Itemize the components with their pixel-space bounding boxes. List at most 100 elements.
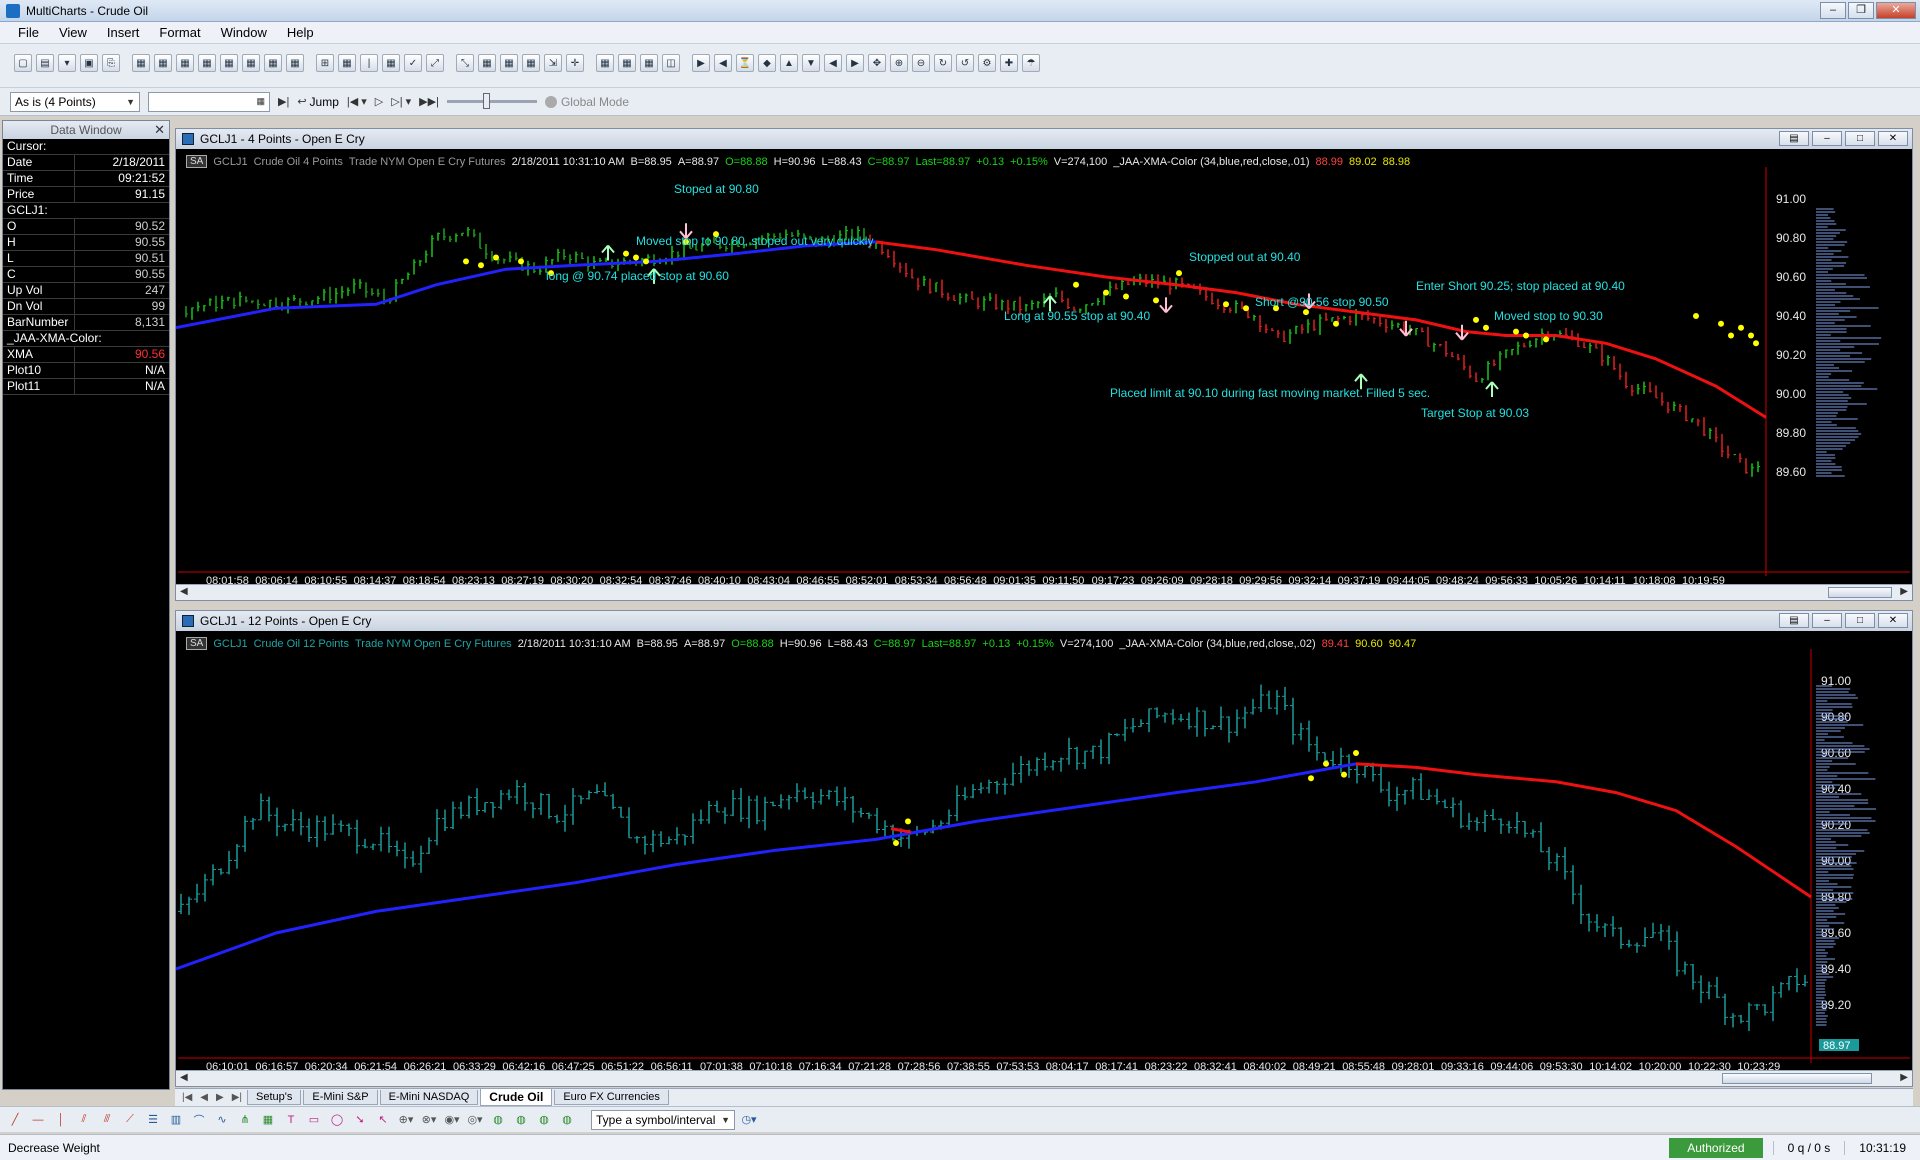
grid-icon[interactable]: ▦ [259, 1112, 277, 1128]
toolbar-tool-30-icon[interactable]: ◀ [714, 54, 732, 72]
chart2-scroll-thumb[interactable] [1722, 1073, 1872, 1084]
chart2-hscroll[interactable]: ◀ ▶ [176, 1070, 1912, 1086]
global-mode-toggle[interactable]: Global Mode [544, 95, 629, 109]
toolbar-tool-36-icon[interactable]: ▶ [846, 54, 864, 72]
fibonacci-icon[interactable]: ⫽ [75, 1112, 93, 1128]
toolbar-tool-23-icon[interactable]: ⇲ [544, 54, 562, 72]
ellipse-icon[interactable]: ◯ [328, 1112, 346, 1128]
restore-button[interactable]: ❐ [1848, 2, 1874, 19]
chart-minimize-button[interactable]: – [1812, 131, 1842, 146]
pointer-icon[interactable]: ↖ [374, 1112, 392, 1128]
speed-slider[interactable] [446, 93, 537, 109]
menu-format[interactable]: Format [151, 23, 208, 42]
dropdown-icon[interactable]: ▾ [58, 54, 76, 72]
chart-close-button[interactable]: ✕ [1878, 131, 1908, 146]
toolbar-tool-22-icon[interactable]: ▦ [522, 54, 540, 72]
menu-window[interactable]: Window [213, 23, 275, 42]
menu-help[interactable]: Help [279, 23, 322, 42]
toolbar-tool-26-icon[interactable]: ▦ [618, 54, 636, 72]
minimize-button[interactable]: – [1820, 2, 1846, 19]
toolbar-tool-40-icon[interactable]: ↻ [934, 54, 952, 72]
toolbar-tool-33-icon[interactable]: ▲ [780, 54, 798, 72]
sa-badge[interactable]: SA [186, 637, 208, 650]
scroll-left-icon[interactable]: ◀ [180, 586, 188, 597]
toolbar-tool-29-icon[interactable]: ▶ [692, 54, 710, 72]
toolbar-tool-28-icon[interactable]: ◫ [662, 54, 680, 72]
chart-plot-12pt[interactable]: 91.0090.8090.6090.4090.2090.0089.8089.60… [176, 631, 1912, 1071]
close-icon[interactable]: ✕ [154, 122, 165, 138]
tab-crude-oil[interactable]: Crude Oil [480, 1089, 553, 1106]
trendline-icon[interactable]: ╱ [6, 1112, 24, 1128]
toolbar-tool-13-icon[interactable]: ⊞ [316, 54, 334, 72]
chart-minimize-button[interactable]: – [1812, 613, 1842, 628]
tab-emini-sp[interactable]: E-Mini S&P [303, 1090, 378, 1105]
toolbar-tool-6-icon[interactable]: ▦ [154, 54, 172, 72]
order-icon[interactable]: ◍ [512, 1112, 530, 1128]
dom-icon[interactable]: ◍ [489, 1112, 507, 1128]
toolbar-tool-39-icon[interactable]: ⊖ [912, 54, 930, 72]
toolbar-tool-34-icon[interactable]: ▼ [802, 54, 820, 72]
cycles-icon[interactable]: ∿ [213, 1112, 231, 1128]
levels-icon[interactable]: ☰ [144, 1112, 162, 1128]
strategy-icon[interactable]: ◍ [558, 1112, 576, 1128]
pitchfork-icon[interactable]: ⋔ [236, 1112, 254, 1128]
scroll-right-icon[interactable]: ▶ [1900, 586, 1908, 597]
toolbar-tool-19-icon[interactable]: ⤡ [456, 54, 474, 72]
new-icon[interactable]: ▢ [14, 54, 32, 72]
jump-button[interactable]: ↩ Jump [297, 95, 339, 109]
text-icon[interactable]: T [282, 1112, 300, 1128]
chart1-scroll-thumb[interactable] [1828, 587, 1892, 598]
to-end-icon[interactable]: ▶▶| [419, 95, 439, 108]
menu-view[interactable]: View [51, 23, 95, 42]
copy-icon[interactable]: ⎘ [102, 54, 120, 72]
close-button[interactable]: ✕ [1876, 2, 1916, 19]
toolbar-tool-43-icon[interactable]: ✚ [1000, 54, 1018, 72]
symbol-interval-combo[interactable]: Type a symbol/interval ▼ [591, 1109, 735, 1130]
toolbar-tool-37-icon[interactable]: ✥ [868, 54, 886, 72]
toolbar-tool-14-icon[interactable]: ▦ [338, 54, 356, 72]
toolbar-tool-41-icon[interactable]: ↺ [956, 54, 974, 72]
toolbar-tool-18-icon[interactable]: ⤢ [426, 54, 444, 72]
toolbar-tool-42-icon[interactable]: ⚙ [978, 54, 996, 72]
toolbar-tool-25-icon[interactable]: ▦ [596, 54, 614, 72]
step-forward-icon[interactable]: ▷| ▾ [391, 95, 411, 108]
toolbar-tool-7-icon[interactable]: ▦ [176, 54, 194, 72]
scroll-left-icon[interactable]: ◀ [180, 1072, 188, 1083]
menu-insert[interactable]: Insert [99, 23, 148, 42]
chart-close-button[interactable]: ✕ [1878, 613, 1908, 628]
toolbar-tool-9-icon[interactable]: ▦ [220, 54, 238, 72]
rectangle-icon[interactable]: ▭ [305, 1112, 323, 1128]
alert-icon[interactable]: ◉▾ [443, 1112, 461, 1128]
tab-euro-fx[interactable]: Euro FX Currencies [554, 1090, 669, 1105]
toolbar-tool-21-icon[interactable]: ▦ [500, 54, 518, 72]
tab-prev-icon[interactable]: ◀ [197, 1092, 211, 1103]
vertical-line-icon[interactable]: │ [52, 1112, 70, 1128]
step-back-icon[interactable]: |◀ ▾ [347, 95, 367, 108]
tab-first-icon[interactable]: |◀ [179, 1092, 195, 1103]
skip-end-icon[interactable]: ▶| [278, 95, 289, 108]
toolbar-tool-10-icon[interactable]: ▦ [242, 54, 260, 72]
toolbar-tool-38-icon[interactable]: ⊕ [890, 54, 908, 72]
date-input[interactable]: ▦ [148, 91, 270, 112]
zoom-icon[interactable]: ⊕▾ [397, 1112, 415, 1128]
tab-next-icon[interactable]: ▶ [213, 1092, 227, 1103]
toolbar-tool-44-icon[interactable]: ☂ [1022, 54, 1040, 72]
chart-maximize-button[interactable]: □ [1845, 613, 1875, 628]
chart-plot-4pt[interactable]: 91.00 90.80 90.60 90.40 90.20 90.00 89.80 89.60… [176, 149, 1912, 586]
toolbar-tool-15-icon[interactable]: | [360, 54, 378, 72]
open-icon[interactable]: ▤ [36, 54, 54, 72]
chart-settings-button[interactable]: ▤ [1779, 131, 1809, 146]
bars-icon[interactable]: ▥ [167, 1112, 185, 1128]
menu-file[interactable]: File [10, 23, 47, 42]
play-icon[interactable]: ▷ [375, 95, 383, 108]
speed-slider-thumb[interactable] [482, 93, 490, 109]
tab-setups[interactable]: Setup's [247, 1090, 302, 1105]
channel-icon[interactable]: ⫻ [98, 1112, 116, 1128]
chart-settings-button[interactable]: ▤ [1779, 613, 1809, 628]
arcs-icon[interactable]: ⌒ [190, 1112, 208, 1128]
magnet-icon[interactable]: ⊗▾ [420, 1112, 438, 1128]
toolbar-tool-35-icon[interactable]: ◀ [824, 54, 842, 72]
save-icon[interactable]: ▣ [80, 54, 98, 72]
chart-maximize-button[interactable]: □ [1845, 131, 1875, 146]
gann-fan-icon[interactable]: ⟋ [121, 1112, 139, 1128]
